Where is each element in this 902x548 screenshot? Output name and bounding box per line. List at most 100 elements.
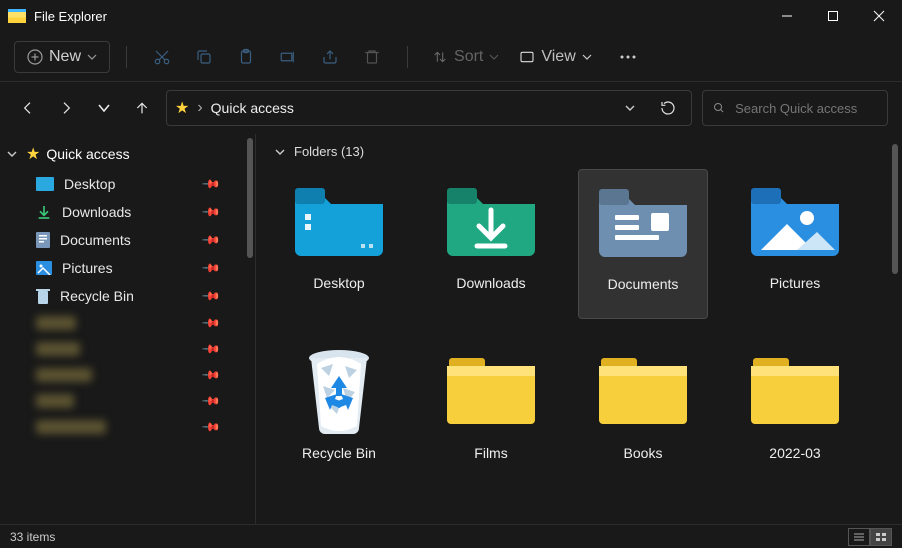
forward-button[interactable] <box>52 92 80 124</box>
folder-icon <box>595 349 691 431</box>
chevron-right-icon: › <box>197 99 202 117</box>
trash-icon <box>363 48 381 66</box>
app-icon <box>8 9 26 23</box>
pin-icon: 📌 <box>201 258 221 278</box>
sidebar-item-downloads[interactable]: Downloads 📌 <box>0 198 255 226</box>
new-button[interactable]: New <box>14 41 110 73</box>
maximize-button[interactable] <box>810 0 856 32</box>
folder-label: 2022-03 <box>769 445 820 461</box>
folder-2022-03[interactable]: 2022-03 <box>730 339 860 489</box>
back-button[interactable] <box>14 92 42 124</box>
recycle-bin-icon <box>291 349 387 431</box>
folder-label: Books <box>624 445 663 461</box>
sidebar-item-label: Pictures <box>62 260 113 276</box>
clipboard-icon <box>237 48 255 66</box>
pin-icon: 📌 <box>201 313 221 333</box>
folder-recycle-bin[interactable]: Recycle Bin <box>274 339 404 489</box>
details-view-button[interactable] <box>848 528 870 546</box>
cut-button[interactable] <box>143 41 181 73</box>
search-input[interactable] <box>735 101 877 116</box>
share-button[interactable] <box>311 41 349 73</box>
desktop-icon <box>36 177 54 191</box>
pin-icon: 📌 <box>201 286 221 306</box>
pin-icon: 📌 <box>201 230 221 250</box>
folders-section-header[interactable]: Folders (13) <box>274 144 884 159</box>
paste-button[interactable] <box>227 41 265 73</box>
title-bar: File Explorer <box>0 0 902 32</box>
pin-icon: 📌 <box>201 174 221 194</box>
folder-pictures[interactable]: Pictures <box>730 169 860 319</box>
folder-films[interactable]: Films <box>426 339 556 489</box>
pin-icon: 📌 <box>201 391 221 411</box>
folder-label: Desktop <box>313 275 364 291</box>
chevron-down-icon <box>489 52 499 62</box>
icons-view-button[interactable] <box>870 528 892 546</box>
scissors-icon <box>153 48 171 66</box>
sidebar-item-pictures[interactable]: Pictures 📌 <box>0 254 255 282</box>
status-bar: 33 items <box>0 524 902 548</box>
address-dropdown-button[interactable] <box>615 102 645 114</box>
separator <box>126 46 127 68</box>
folder-label: Recycle Bin <box>302 445 376 461</box>
delete-button[interactable] <box>353 41 391 73</box>
chevron-down-icon <box>582 52 592 62</box>
folder-downloads[interactable]: Downloads <box>426 169 556 319</box>
sidebar-item-blurred[interactable]: 📌 <box>0 388 255 414</box>
sidebar-item-label: Recycle Bin <box>60 288 134 304</box>
star-icon: ★ <box>26 144 40 164</box>
sidebar-item-blurred[interactable]: 📌 <box>0 362 255 388</box>
address-path: Quick access <box>211 100 607 116</box>
sidebar-scrollbar[interactable] <box>247 138 253 258</box>
sidebar: ★ Quick access Desktop 📌 Downloads 📌 Doc… <box>0 134 256 524</box>
chevron-down-icon <box>6 148 20 160</box>
folder-books[interactable]: Books <box>578 339 708 489</box>
pin-icon: 📌 <box>201 365 221 385</box>
up-button[interactable] <box>128 92 156 124</box>
app-title: File Explorer <box>34 9 107 24</box>
address-bar[interactable]: ★ › Quick access <box>166 90 692 126</box>
sidebar-item-blurred[interactable]: 📌 <box>0 414 255 440</box>
rename-button[interactable] <box>269 41 307 73</box>
view-button[interactable]: View <box>511 42 599 72</box>
copy-button[interactable] <box>185 41 223 73</box>
content-scrollbar[interactable] <box>892 144 898 274</box>
recent-locations-button[interactable] <box>90 92 118 124</box>
plus-circle-icon <box>27 49 43 65</box>
separator <box>407 46 408 68</box>
section-label: Folders (13) <box>294 144 364 159</box>
star-icon: ★ <box>175 98 189 118</box>
search-box[interactable] <box>702 90 888 126</box>
sidebar-item-desktop[interactable]: Desktop 📌 <box>0 170 255 198</box>
pictures-folder-icon <box>747 179 843 261</box>
pin-icon: 📌 <box>201 417 221 437</box>
sidebar-item-blurred[interactable]: 📌 <box>0 336 255 362</box>
folder-documents[interactable]: Documents <box>578 169 708 319</box>
more-button[interactable] <box>610 43 646 71</box>
sidebar-group-quick-access[interactable]: ★ Quick access <box>0 138 255 170</box>
downloads-folder-icon <box>443 179 539 261</box>
minimize-button[interactable] <box>764 0 810 32</box>
document-icon <box>36 232 50 248</box>
folder-icon <box>443 349 539 431</box>
chevron-down-icon <box>274 146 286 158</box>
sidebar-item-blurred[interactable]: 📌 <box>0 310 255 336</box>
sidebar-item-documents[interactable]: Documents 📌 <box>0 226 255 254</box>
folder-icon <box>747 349 843 431</box>
folder-label: Pictures <box>770 275 821 291</box>
sort-button[interactable]: Sort <box>424 42 507 72</box>
documents-folder-icon <box>595 180 691 262</box>
refresh-button[interactable] <box>653 100 683 116</box>
ellipsis-icon <box>618 49 638 65</box>
sidebar-item-label: Downloads <box>62 204 131 220</box>
sidebar-item-recycle-bin[interactable]: Recycle Bin 📌 <box>0 282 255 310</box>
new-label: New <box>49 48 81 66</box>
pin-icon: 📌 <box>201 339 221 359</box>
close-button[interactable] <box>856 0 902 32</box>
folder-desktop[interactable]: Desktop <box>274 169 404 319</box>
chevron-down-icon <box>87 52 97 62</box>
sidebar-item-label: Desktop <box>64 176 115 192</box>
desktop-folder-icon <box>291 179 387 261</box>
search-icon <box>713 101 725 115</box>
download-icon <box>36 204 52 220</box>
pin-icon: 📌 <box>201 202 221 222</box>
